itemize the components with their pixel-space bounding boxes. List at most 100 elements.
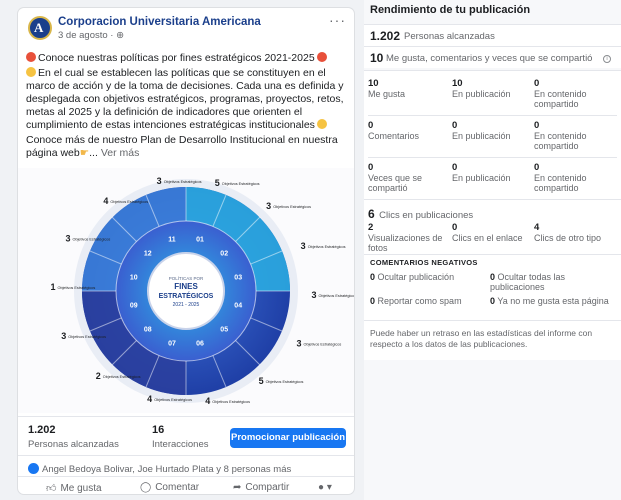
objective-text: Objetivos Estratégicos bbox=[304, 342, 342, 346]
hide-post-value: 0 bbox=[370, 272, 376, 282]
share-icon: ➦ bbox=[233, 482, 242, 493]
interactions-value: 16 bbox=[152, 424, 165, 436]
unlike-page-value: 0 bbox=[490, 296, 496, 306]
shares-on-post-value: 0 bbox=[452, 162, 458, 173]
objective-count: 3 bbox=[311, 290, 316, 300]
link-clicks-value: 0 bbox=[452, 222, 458, 233]
reactions-summary[interactable]: Angel Bedoya Bolivar, Joe Hurtado Plata … bbox=[28, 463, 291, 475]
objective-count: 3 bbox=[301, 241, 306, 251]
comment-button[interactable]: ◯ Comentar bbox=[140, 482, 199, 493]
policy-number-04: 04 bbox=[234, 303, 242, 310]
report-spam-value: 0 bbox=[370, 296, 376, 306]
clicks-label: Clics en publicaciones bbox=[379, 210, 474, 221]
comments-total-label: Comentarios bbox=[368, 131, 420, 141]
shares-total-label: Veces que se compartió bbox=[368, 173, 423, 193]
hide-all-stat: 0 Ocultar todas las publicaciones bbox=[490, 272, 610, 292]
panel-reach-value: 1.202 bbox=[370, 29, 401, 43]
policy-number-05: 05 bbox=[220, 327, 228, 334]
objective-text: Objetivos Estratégicos bbox=[164, 180, 202, 184]
engagement-section: 10 Me gusta, comentarios y veces que se … bbox=[364, 46, 621, 68]
share-button[interactable]: ➦ Compartir bbox=[233, 482, 289, 493]
emoji-icon bbox=[26, 52, 36, 62]
center-line1: POLÍTICAS POR bbox=[169, 275, 204, 281]
comments-on-shared: 0 En contenido compartido bbox=[534, 120, 616, 152]
shares-on-shared-label: En contenido compartido bbox=[534, 173, 587, 193]
shares-on-post-label: En publicación bbox=[452, 173, 511, 183]
logo-letter: A bbox=[34, 20, 44, 35]
divider bbox=[18, 455, 354, 456]
delay-note: Puede haber un retraso en las estadístic… bbox=[370, 328, 593, 349]
other-clicks: 4 Clics de otro tipo bbox=[534, 223, 616, 244]
policy-number-06: 06 bbox=[196, 341, 204, 348]
post-date[interactable]: 3 de agosto · ⊕ bbox=[58, 30, 124, 41]
page-logo[interactable]: A bbox=[28, 16, 52, 40]
policy-number-10: 10 bbox=[130, 275, 138, 282]
objective-count: 5 bbox=[215, 178, 220, 188]
objective-label: 3 Objetivos Estratégicos bbox=[266, 201, 311, 211]
page-name-link[interactable]: Corporacion Universitaria Americana bbox=[58, 16, 261, 28]
photo-views: 2 Visualizaciones de fotos bbox=[368, 222, 450, 254]
avatar-icon: ● bbox=[318, 482, 325, 493]
divider bbox=[368, 115, 617, 116]
objective-count: 4 bbox=[103, 196, 108, 206]
comments-on-post-label: En publicación bbox=[452, 131, 511, 141]
pointing-hand-icon: ☛ bbox=[79, 147, 90, 159]
shares-on-shared: 0 En contenido compartido bbox=[534, 162, 616, 194]
comment-icon: ◯ bbox=[140, 482, 152, 493]
shares-total-value: 0 bbox=[368, 162, 374, 173]
center-line3: ESTRATÉGICOS bbox=[159, 291, 214, 300]
link-clicks-label: Clics en el enlace bbox=[452, 233, 523, 243]
objective-text: Objetivos Estratégicos bbox=[273, 205, 311, 209]
objective-text: Objetivos Estratégicos bbox=[110, 200, 148, 204]
policy-number-02: 02 bbox=[220, 250, 228, 257]
objective-text: Objetivos Estratégicos bbox=[308, 245, 346, 249]
comments-on-shared-value: 0 bbox=[534, 120, 540, 131]
post-text-line1: Conoce nuestras políticas por fines estr… bbox=[26, 52, 348, 65]
unlike-page-stat: 0 Ya no me gusta esta página bbox=[490, 296, 610, 306]
facebook-post: A Corporacion Universitaria Americana 3 … bbox=[18, 8, 354, 494]
policy-number-08: 08 bbox=[144, 327, 152, 334]
report-spam-stat: 0 Reportar como spam bbox=[370, 296, 490, 306]
comments-on-post-value: 0 bbox=[452, 120, 458, 131]
comment-label: Comentar bbox=[155, 482, 200, 493]
center-line2: FINES bbox=[174, 282, 198, 291]
post-text: Conoce nuestras políticas por fines estr… bbox=[26, 52, 348, 162]
like-button[interactable]: 👍︎ Me gusta bbox=[46, 482, 102, 494]
post-text-cta: Conoce más de nuestro Plan de Desarrollo… bbox=[26, 134, 338, 159]
hide-post-label: Ocultar publicación bbox=[377, 272, 455, 282]
objective-count: 3 bbox=[65, 234, 70, 244]
report-spam-label: Reportar como spam bbox=[377, 296, 462, 306]
objective-text: Objetivos Estratégicos bbox=[73, 238, 111, 242]
post-image[interactable]: POLÍTICAS POR FINES ESTRATÉGICOS 2021 - … bbox=[18, 168, 354, 413]
audience-selector[interactable]: ● ▾ bbox=[318, 482, 332, 493]
policy-number-11: 11 bbox=[168, 236, 176, 243]
hide-all-label: Ocultar todas las publicaciones bbox=[490, 272, 566, 292]
policy-number-12: 12 bbox=[144, 250, 152, 257]
objective-text: Objetivos Estratégicos bbox=[154, 398, 192, 402]
promote-post-button[interactable]: Promocionar publicación bbox=[230, 428, 346, 448]
info-icon[interactable]: i bbox=[603, 55, 611, 63]
divider bbox=[364, 199, 621, 200]
objective-text: Objetivos Estratégicos bbox=[212, 400, 250, 404]
photo-views-label: Visualizaciones de fotos bbox=[368, 233, 443, 253]
policy-number-07: 07 bbox=[168, 341, 176, 348]
policy-number-09: 09 bbox=[130, 303, 138, 310]
objective-count: 3 bbox=[61, 331, 66, 341]
objective-label: 3 Objetivos Estratégicos bbox=[301, 241, 346, 251]
see-more-link[interactable]: Ver más bbox=[101, 147, 140, 159]
emoji-icon bbox=[316, 52, 327, 62]
unlike-page-label: Ya no me gusta esta página bbox=[497, 296, 609, 306]
post-stats: 1.202 Personas alcanzadas 16 Interaccion… bbox=[28, 424, 348, 454]
shares-on-shared-value: 0 bbox=[534, 162, 540, 173]
more-options-icon[interactable]: ··· bbox=[329, 12, 346, 28]
shares-on-post: 0 En publicación bbox=[452, 162, 534, 184]
divider bbox=[18, 416, 354, 417]
post-header: A Corporacion Universitaria Americana 3 … bbox=[28, 12, 346, 48]
thumbs-up-icon: 👍︎ bbox=[46, 483, 57, 494]
center-line4: 2021 - 2025 bbox=[173, 302, 200, 308]
objective-count: 2 bbox=[96, 371, 101, 381]
like-reaction-icon bbox=[28, 463, 39, 474]
photo-views-value: 2 bbox=[368, 222, 374, 233]
divider bbox=[368, 157, 617, 158]
other-clicks-label: Clics de otro tipo bbox=[534, 233, 602, 243]
